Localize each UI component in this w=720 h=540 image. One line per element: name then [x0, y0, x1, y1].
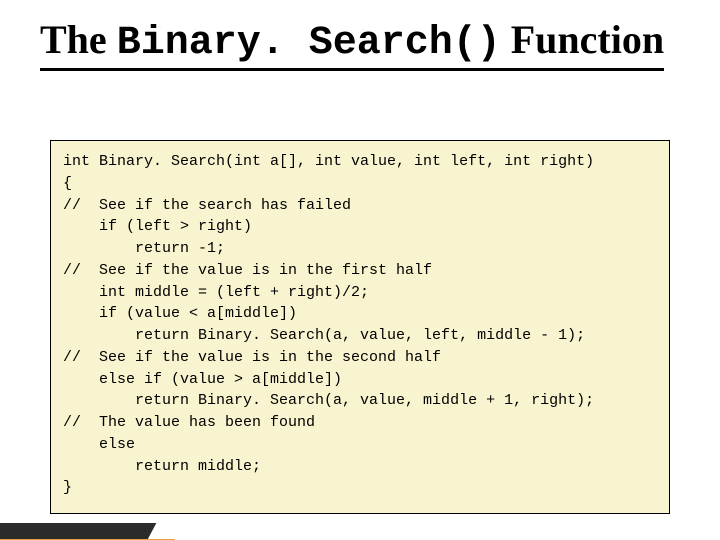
title-word-the: The — [40, 17, 107, 62]
slide: The Binary. Search() Function int Binary… — [0, 0, 720, 540]
stripe-dark — [0, 523, 156, 540]
code-box: int Binary. Search(int a[], int value, i… — [50, 140, 670, 514]
title-word-function: Function — [511, 17, 664, 62]
title-mono: Binary. Search() — [117, 21, 501, 66]
slide-title: The Binary. Search() Function — [40, 18, 664, 71]
